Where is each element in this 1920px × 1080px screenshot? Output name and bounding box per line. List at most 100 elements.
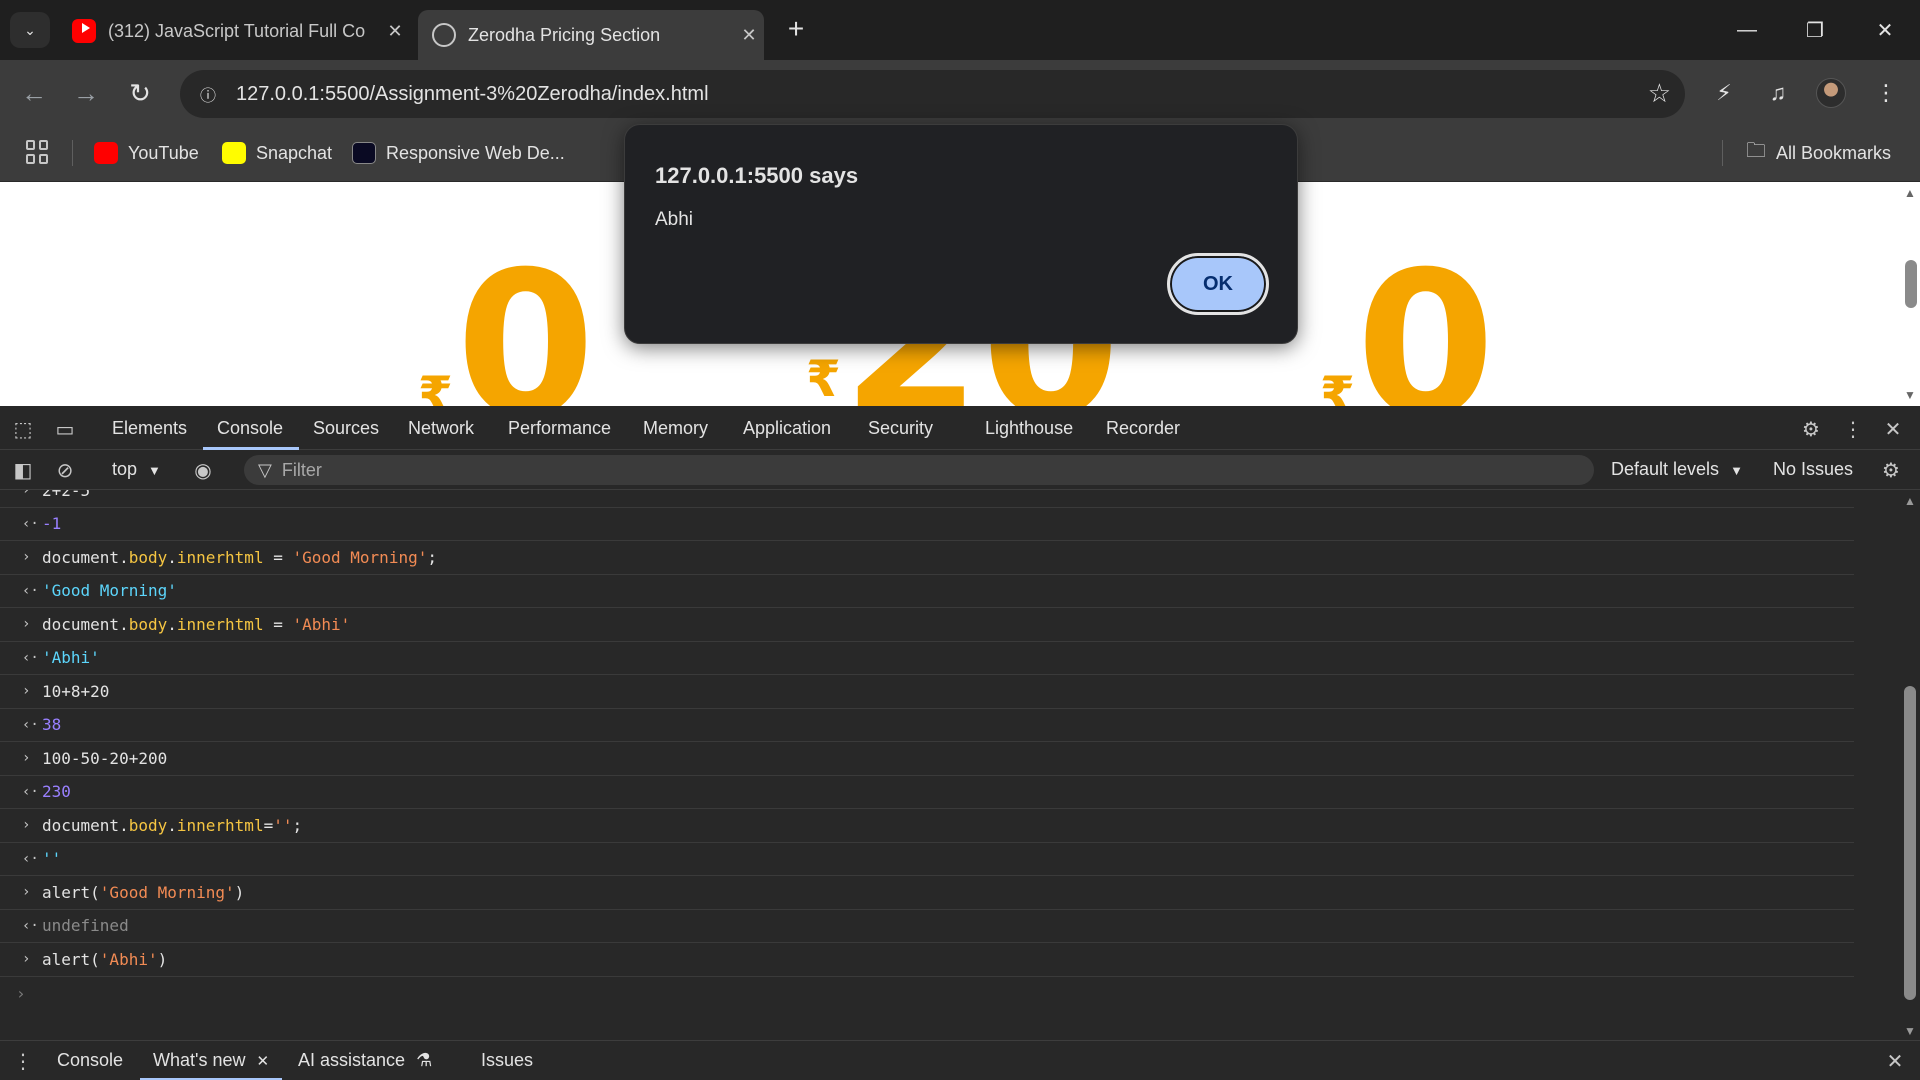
drawer-tab-whats-new[interactable]: What's new ✕ [153,1050,269,1071]
sidebar-toggle-icon[interactable]: ◧ [10,457,36,483]
eye-icon[interactable]: ◉ [190,457,216,483]
code-token: document. [42,815,129,835]
tab-recorder[interactable]: Recorder [1106,418,1180,439]
input-chevron-icon: › [22,683,31,700]
apps-icon[interactable] [26,140,50,164]
drawer-tab-issues[interactable]: Issues [481,1050,533,1071]
performance-icon[interactable]: ⚡ [1706,75,1742,111]
console-scrollbar[interactable]: ▲ ▼ [1900,490,1920,1040]
globe-icon [432,23,456,47]
code-token: body [128,614,168,634]
console-text: 100-50-20+200 [42,749,167,768]
address-bar[interactable]: ⓘ 127.0.0.1:5500/Assignment-3%20Zerodha/… [180,70,1685,118]
close-icon[interactable]: ✕ [380,21,410,42]
input-chevron-icon: › [22,616,31,633]
close-icon[interactable]: ✕ [257,1053,270,1070]
levels-label: Default levels [1611,459,1720,479]
console-text: 10+8+20 [42,682,109,701]
console-text: alert('Good Morning') [42,883,244,902]
currency-symbol: ₹ [1320,366,1355,406]
console-text: document.body.innerhtml = 'Abhi' [42,615,350,634]
drawer-menu-icon[interactable]: ⋮ [10,1048,36,1074]
bookmark-snapchat[interactable]: Snapchat [222,138,332,168]
clear-console-icon[interactable]: ⊘ [52,457,78,483]
all-bookmarks-button[interactable]: 🗀 All Bookmarks [1746,138,1891,168]
console-text: 38 [42,715,61,734]
code-token: = [263,815,274,835]
reload-button[interactable]: ↻ [122,75,158,111]
code-token: = [263,614,293,634]
tab-zerodha[interactable]: Zerodha Pricing Section ✕ [418,10,764,60]
code-token: 'Good Morning' [42,581,177,601]
devtools-panel: ⬚ ▭ Elements Console Sources Network Per… [0,406,1920,1080]
result-arrow-icon: ‹· [22,716,39,733]
close-devtools-icon[interactable]: ✕ [1880,416,1906,442]
tab-youtube[interactable]: (312) JavaScript Tutorial Full Co ✕ [60,10,410,52]
drawer-tab-ai-assistance[interactable]: AI assistance ⚗ [298,1050,432,1071]
ok-button[interactable]: OK [1167,253,1269,315]
tab-memory[interactable]: Memory [643,418,708,439]
scroll-down-icon[interactable]: ▼ [1904,1024,1916,1038]
restore-button[interactable]: ❐ [1792,12,1838,48]
bookmark-youtube[interactable]: YouTube [94,138,199,168]
new-tab-button[interactable]: + [780,14,812,44]
console-settings-icon[interactable]: ⚙ [1878,457,1904,483]
tab-network[interactable]: Network [408,418,474,439]
scroll-down-icon[interactable]: ▼ [1904,388,1916,402]
close-drawer-icon[interactable]: ✕ [1882,1048,1908,1074]
minimize-button[interactable]: — [1724,12,1770,48]
chevron-down-icon: ⌄ [24,21,36,38]
filter-input[interactable]: ▽ Filter [244,455,1594,485]
site-info-icon[interactable]: ⓘ [192,78,224,110]
drawer-tab-console[interactable]: Console [57,1050,123,1071]
freecodecamp-icon [352,142,376,164]
console-input-row: › document.body.innerhtml = 'Good Morning… [0,541,1854,575]
tab-console[interactable]: Console [217,418,283,439]
code-token: ) [234,882,245,902]
code-token: . [167,547,177,567]
device-toolbar-icon[interactable]: ▭ [52,416,78,442]
console-prompt[interactable]: › [0,977,1900,1011]
divider [1722,140,1723,166]
code-token: alert( [42,882,100,902]
bookmark-star-icon[interactable]: ☆ [1648,78,1671,109]
page-scrollbar[interactable]: ▲ ▼ [1900,182,1920,406]
console-text: 'Abhi' [42,648,100,667]
close-icon[interactable]: ✕ [734,25,764,46]
tab-application[interactable]: Application [743,418,831,439]
media-control-icon[interactable]: ♫ [1760,75,1796,111]
settings-gear-icon[interactable]: ⚙ [1798,416,1824,442]
inspect-element-icon[interactable]: ⬚ [10,416,36,442]
default-levels-dropdown[interactable]: Default levels ▼ [1611,459,1743,480]
avatar[interactable] [1816,78,1846,108]
input-chevron-icon: › [22,817,31,834]
scroll-up-icon[interactable]: ▲ [1904,186,1916,200]
console-text: document.body.innerhtml=''; [42,816,302,835]
console-input-row: › 2+2-5 [0,490,1854,508]
console-text: undefined [42,916,129,935]
code-token: 10+8+20 [42,681,110,701]
scroll-thumb[interactable] [1905,260,1917,308]
bookmark-responsive-web[interactable]: Responsive Web De... [352,138,565,168]
context-selector[interactable]: top ▼ [112,459,161,480]
devtools-tabbar: ⬚ ▭ Elements Console Sources Network Per… [0,406,1920,450]
back-button[interactable]: ← [16,75,52,111]
tab-search-button[interactable]: ⌄ [10,12,50,48]
price-amount: 0 [456,229,596,407]
tab-elements[interactable]: Elements [112,418,187,439]
bookmark-label: Responsive Web De... [386,142,565,163]
code-token: alert( [42,949,100,969]
tab-sources[interactable]: Sources [313,418,379,439]
url-text[interactable]: 127.0.0.1:5500/Assignment-3%20Zerodha/in… [236,83,709,106]
scroll-up-icon[interactable]: ▲ [1904,494,1916,508]
menu-icon[interactable]: ⋮ [1868,75,1904,111]
close-window-button[interactable]: ✕ [1862,12,1908,48]
tab-strip: ⌄ (312) JavaScript Tutorial Full Co ✕ Ze… [0,0,1920,60]
issues-counter[interactable]: No Issues [1773,459,1853,480]
more-options-icon[interactable]: ⋮ [1840,416,1866,442]
forward-button[interactable]: → [68,75,104,111]
scroll-thumb[interactable] [1904,686,1916,1000]
tab-lighthouse[interactable]: Lighthouse [985,418,1073,439]
tab-performance[interactable]: Performance [508,418,611,439]
tab-security[interactable]: Security [868,418,933,439]
